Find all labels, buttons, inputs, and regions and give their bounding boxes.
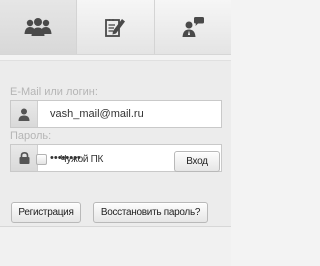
login-button[interactable]: Вход bbox=[174, 151, 220, 172]
restore-password-button[interactable]: Восстановить пароль? bbox=[93, 202, 208, 223]
lock-icon bbox=[11, 145, 38, 171]
email-input[interactable] bbox=[38, 101, 221, 127]
register-button[interactable]: Регистрация bbox=[11, 202, 81, 223]
footer bbox=[0, 227, 231, 266]
tab-edit[interactable] bbox=[77, 0, 155, 54]
remember-label[interactable]: Чужой ПК bbox=[60, 154, 103, 165]
tab-users[interactable] bbox=[0, 0, 78, 54]
user-chat-icon bbox=[181, 16, 205, 38]
remember-option: Чужой ПК bbox=[36, 154, 103, 165]
email-field bbox=[10, 100, 222, 128]
remember-checkbox[interactable] bbox=[36, 154, 47, 165]
tab-bar bbox=[0, 0, 231, 55]
users-icon bbox=[24, 17, 52, 37]
password-label: Пароль: bbox=[10, 130, 52, 142]
edit-note-icon bbox=[104, 16, 126, 38]
tab-chat[interactable] bbox=[154, 0, 231, 54]
email-label: E-Mail или логин: bbox=[10, 86, 98, 98]
user-icon bbox=[11, 101, 38, 127]
